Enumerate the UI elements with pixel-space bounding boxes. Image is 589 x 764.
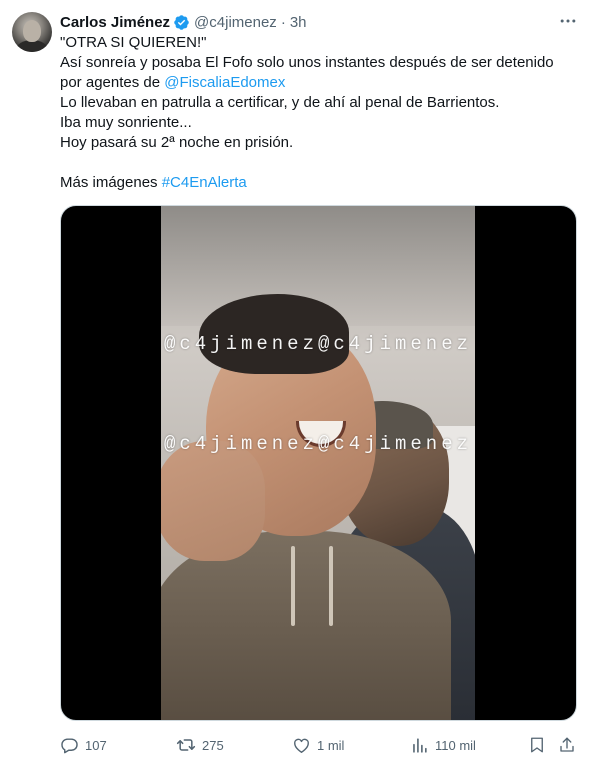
watermark-text: @c4jimenez@c4jimenez (163, 333, 473, 355)
video-frame[interactable]: @c4jimenez@c4jimenez @c4jimenez@c4jimene… (161, 206, 475, 720)
video-player[interactable]: @c4jimenez@c4jimenez @c4jimenez@c4jimene… (60, 205, 577, 721)
tweet-header: Carlos Jiménez @c4jimenez · 3h (60, 12, 307, 32)
tweet-line: Más imágenes #C4EnAlerta (60, 173, 580, 193)
like-button[interactable]: 1 mil (292, 733, 344, 757)
more-options-icon[interactable] (555, 10, 581, 32)
heart-icon (294, 738, 309, 753)
tweet-timestamp[interactable]: 3h (290, 14, 307, 31)
tweet-line: Iba muy sonriente... (60, 114, 192, 131)
author-display-name[interactable]: Carlos Jiménez (60, 14, 170, 31)
verified-badge-icon (173, 14, 190, 31)
retweet-button[interactable]: 275 (176, 733, 224, 757)
author-handle[interactable]: @c4jimenez (194, 14, 277, 31)
action-bar: 107 275 1 mil 110 mil (60, 733, 580, 757)
tweet-text: "OTRA SI QUIEREN!" Así sonreía y posaba … (60, 33, 580, 193)
tweet-line: Lo llevaban en patrulla a certificar, y … (60, 94, 500, 111)
tweet-line-text: Más imágenes (60, 174, 162, 191)
mention-link[interactable]: @FiscaliaEdomex (164, 74, 285, 91)
views-chart-icon (413, 737, 427, 753)
retweet-icon (176, 739, 196, 751)
bookmark-icon (531, 737, 543, 753)
reply-icon (61, 737, 78, 753)
tweet-line: Así sonreía y posaba El Fofo solo unos i… (60, 54, 554, 71)
separator-dot: · (280, 13, 286, 31)
hashtag-link[interactable]: #C4EnAlerta (162, 174, 247, 191)
avatar[interactable] (12, 12, 52, 52)
like-count: 1 mil (317, 737, 345, 753)
retweet-count: 275 (202, 737, 224, 753)
views-button[interactable]: 110 mil (410, 733, 476, 757)
watermark-text: @c4jimenez@c4jimenez (163, 433, 473, 455)
views-count: 110 mil (435, 737, 476, 753)
bookmark-button[interactable] (528, 733, 546, 757)
tweet-line: por agentes de @FiscaliaEdomex (60, 73, 580, 93)
tweet-line: Hoy pasará su 2ª noche en prisión. (60, 134, 294, 151)
reply-count: 107 (85, 737, 107, 753)
tweet-line: "OTRA SI QUIEREN!" (60, 34, 207, 51)
tweet: Carlos Jiménez @c4jimenez · 3h "OTRA SI … (0, 0, 589, 764)
reply-button[interactable]: 107 (60, 733, 107, 757)
share-button[interactable] (558, 733, 576, 757)
share-icon (560, 737, 574, 752)
tweet-line-text: por agentes de (60, 74, 165, 91)
